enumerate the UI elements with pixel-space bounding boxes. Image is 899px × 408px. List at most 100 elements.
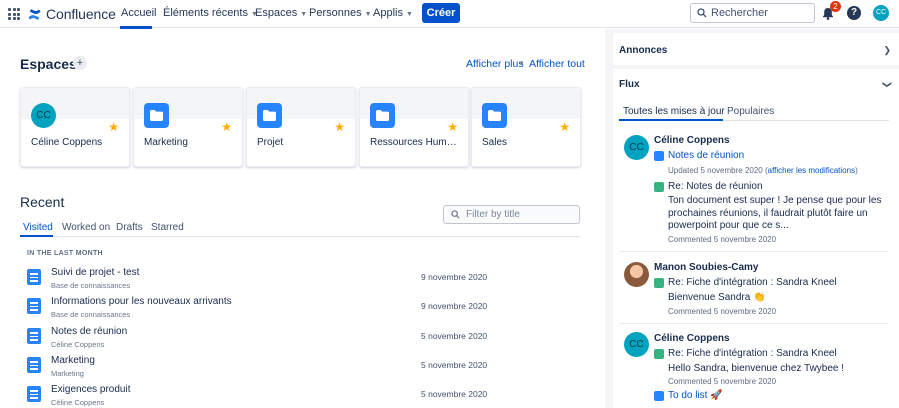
- recent-item[interactable]: Suivi de projet - test Base de connaissa…: [27, 267, 487, 295]
- recent-item-date: 5 novembre 2020: [421, 389, 488, 399]
- space-card[interactable]: ★ Marketing: [133, 87, 243, 167]
- star-icon[interactable]: ★: [559, 120, 570, 134]
- section-label: IN THE LAST MONTH: [27, 250, 103, 257]
- space-card[interactable]: ★ Sales: [471, 87, 581, 167]
- nav-label: Applis: [373, 7, 403, 19]
- space-card[interactable]: ★ Ressources Humaines: [359, 87, 469, 167]
- recent-item-date: 9 novembre 2020: [421, 301, 488, 311]
- nav-espaces[interactable]: Espaces ▼: [255, 7, 307, 19]
- feed-heading: Flux: [619, 79, 640, 90]
- feed-comment-meta: Commented 5 novembre 2020: [668, 377, 777, 386]
- announcements-panel[interactable]: Annonces ❯: [613, 33, 899, 65]
- tab-visited[interactable]: Visited: [23, 222, 53, 233]
- recent-item-title[interactable]: Exigences produit: [51, 384, 131, 395]
- star-icon[interactable]: ★: [108, 120, 119, 134]
- search-box[interactable]: [690, 3, 815, 23]
- tab-popular[interactable]: Populaires: [727, 106, 774, 117]
- show-more-link[interactable]: Afficher plus: [466, 58, 524, 70]
- nav-personnes[interactable]: Personnes ▼: [309, 7, 372, 19]
- nav-applis[interactable]: Applis ▼: [373, 7, 413, 19]
- recent-item-title[interactable]: Marketing: [51, 355, 95, 366]
- folder-icon: [482, 103, 507, 128]
- recent-item-date: 5 novembre 2020: [421, 360, 488, 370]
- recent-item-space: Céline Coppens: [51, 398, 105, 407]
- feed-divider: [619, 251, 889, 252]
- profile-avatar[interactable]: CC: [873, 5, 889, 21]
- chevron-down-icon: ▼: [300, 11, 308, 18]
- active-tab-indicator: [20, 235, 53, 237]
- page-icon: [27, 357, 41, 373]
- feed-updated-meta: Updated 5 novembre 2020 (afficher les mo…: [668, 166, 858, 175]
- feed-comment-body: Hello Sandra, bienvenue chez Twybee !: [668, 363, 845, 374]
- spaces-heading: Espaces: [20, 56, 77, 72]
- nav-accueil[interactable]: Accueil: [121, 7, 156, 19]
- comment-icon: [654, 182, 664, 192]
- nav-recent-items[interactable]: Éléments récents ▼: [163, 7, 258, 19]
- feed-user-name[interactable]: Céline Coppens: [654, 135, 730, 146]
- tab-worked-on[interactable]: Worked on: [62, 222, 110, 233]
- filter-input[interactable]: [466, 208, 576, 221]
- feed-user-name[interactable]: Céline Coppens: [654, 333, 730, 344]
- add-space-button[interactable]: +: [73, 56, 87, 70]
- chevron-down-icon: ▼: [405, 11, 413, 18]
- recent-item[interactable]: Informations pour les nouveaux arrivants…: [27, 296, 487, 324]
- recent-item[interactable]: Exigences produit Céline Coppens 5 novem…: [27, 384, 487, 408]
- space-avatar: CC: [31, 103, 56, 128]
- user-avatar[interactable]: CC: [624, 135, 649, 160]
- recent-item-date: 9 novembre 2020: [421, 272, 488, 282]
- tab-starred[interactable]: Starred: [151, 222, 184, 233]
- recent-item[interactable]: Notes de réunion Céline Coppens 5 novemb…: [27, 326, 487, 354]
- feed-comment-title[interactable]: Re: Notes de réunion: [668, 181, 763, 192]
- chevron-right-icon[interactable]: ❯: [883, 45, 891, 56]
- space-name: Marketing: [144, 137, 188, 148]
- comment-icon: [654, 278, 664, 288]
- separator-dot: •: [520, 58, 524, 69]
- search-input[interactable]: [711, 6, 811, 20]
- comment-icon: [654, 349, 664, 359]
- tab-drafts[interactable]: Drafts: [116, 222, 143, 233]
- app-switcher-icon[interactable]: [8, 8, 20, 20]
- star-icon[interactable]: ★: [447, 120, 458, 134]
- nav-label: Éléments récents: [163, 7, 248, 19]
- feed-comment-body: Bienvenue Sandra 👏: [668, 292, 766, 303]
- tabs-divider: [20, 236, 580, 237]
- recent-item-space: Marketing: [51, 369, 84, 378]
- recent-item[interactable]: Marketing Marketing 5 novembre 2020: [27, 355, 487, 383]
- view-changes-link[interactable]: afficher les modifications: [768, 166, 855, 175]
- page-icon: [27, 269, 41, 285]
- tab-all-updates[interactable]: Toutes les mises à jour: [623, 106, 725, 117]
- feed-comment-meta: Commented 5 novembre 2020: [668, 235, 777, 244]
- show-all-link[interactable]: Afficher tout: [529, 58, 585, 70]
- notification-count-badge: 2: [830, 1, 841, 12]
- updated-close: ): [855, 166, 858, 175]
- updated-text: Updated 5 novembre 2020 (: [668, 166, 768, 175]
- feed-comment-title[interactable]: Re: Fiche d'intégration : Sandra Kneel: [668, 348, 837, 359]
- space-card[interactable]: ★ Projet: [246, 87, 356, 167]
- star-icon[interactable]: ★: [334, 120, 345, 134]
- create-button[interactable]: Créer: [422, 3, 460, 23]
- space-name: Sales: [482, 137, 508, 148]
- feed-comment-title[interactable]: Re: Fiche d'intégration : Sandra Kneel: [668, 277, 837, 288]
- user-avatar[interactable]: CC: [624, 332, 649, 357]
- feed-panel: Flux ❯ Toutes les mises à jour Populaire…: [613, 69, 899, 408]
- user-avatar-photo[interactable]: [624, 262, 649, 287]
- recent-heading: Recent: [20, 194, 65, 210]
- page-icon: [654, 391, 664, 401]
- space-card[interactable]: CC ★ Céline Coppens: [20, 87, 130, 167]
- right-sidebar: Annonces ❯ Flux ❯ Toutes les mises à jou…: [605, 29, 899, 408]
- star-icon[interactable]: ★: [221, 120, 232, 134]
- recent-item-space: Base de connaissances: [51, 310, 131, 319]
- nav-label: Espaces: [255, 7, 298, 19]
- filter-box[interactable]: [443, 205, 580, 224]
- confluence-logo[interactable]: Confluence: [27, 5, 116, 23]
- announcements-heading: Annonces: [619, 45, 668, 56]
- feed-doc-link[interactable]: Notes de réunion: [668, 150, 744, 161]
- feed-user-name[interactable]: Manon Soubies-Camy: [654, 262, 758, 273]
- recent-item-title[interactable]: Informations pour les nouveaux arrivants: [51, 296, 232, 307]
- recent-item-title[interactable]: Notes de réunion: [51, 326, 127, 337]
- help-icon[interactable]: ?: [847, 6, 861, 20]
- folder-icon: [144, 103, 169, 128]
- recent-item-title[interactable]: Suivi de projet - test: [51, 267, 139, 278]
- feed-doc-link[interactable]: To do list 🚀: [668, 390, 723, 401]
- chevron-down-icon[interactable]: ❯: [882, 81, 893, 89]
